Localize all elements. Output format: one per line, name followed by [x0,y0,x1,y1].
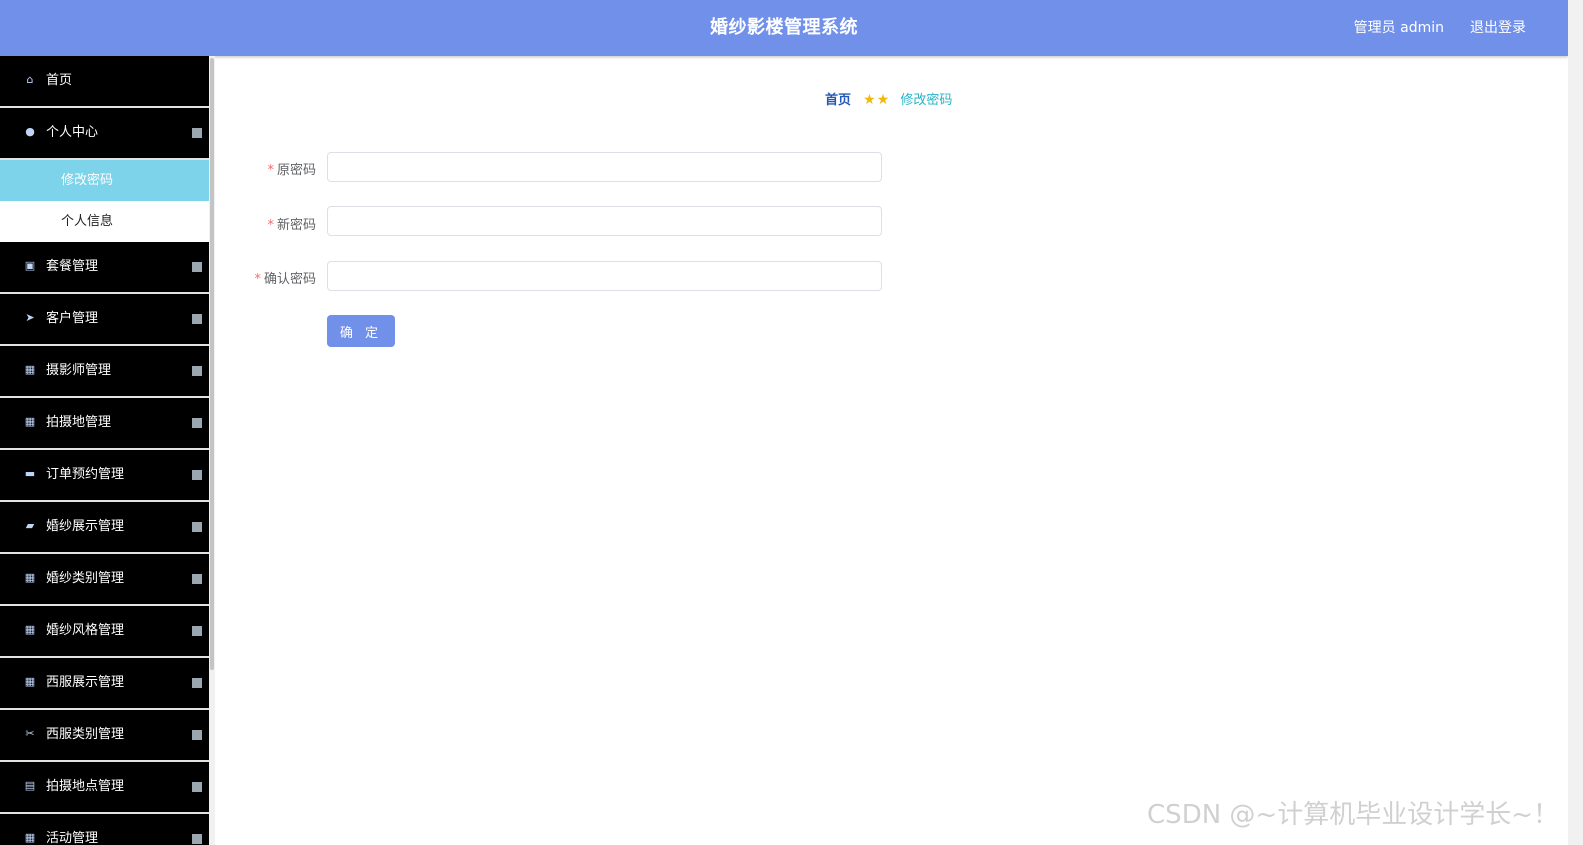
grid-icon: ▦ [24,415,36,428]
home-icon: ⌂ [26,73,34,86]
sidebar-item[interactable]: ▤ 拍摄地点管理 [0,762,209,814]
expand-arrow-icon [192,678,202,688]
watermark: CSDN @~计算机毕业设计学长~！ [1147,800,1559,830]
sidebar-item[interactable]: ▣ 套餐管理 [0,242,209,294]
grid-icon: ▦ [24,675,36,688]
sidebar-item-label: 西服类别管理 [46,727,125,742]
sidebar-item[interactable]: ➤ 客户管理 [0,294,209,346]
expand-arrow-icon [192,626,202,636]
sidebar-item[interactable]: ▦ 拍摄地管理 [0,398,209,450]
sidebar-item-label: 拍摄地点管理 [46,779,125,794]
sidebar-item[interactable]: ● 个人中心 [0,108,209,160]
send-icon: ➤ [25,311,35,324]
expand-arrow-icon [192,730,202,740]
sidebar-item[interactable]: ▦ 活动管理 [0,814,209,845]
sidebar-item-label: 活动管理 [46,831,99,845]
expand-arrow-icon [192,418,202,428]
sidebar-item[interactable]: ⌂ 首页 [0,56,209,108]
breadcrumb: 首页 ★★ 修改密码 [825,89,952,108]
sidebar-subitem[interactable]: 个人信息 [0,201,209,242]
breadcrumb-home[interactable]: 首页 [825,93,851,108]
current-user-label: 管理员 admin [1353,20,1444,36]
monitor-icon: ▬ [24,467,36,480]
sidebar-menu: ⌂ 首页 ● 个人中心修改密码 个人信息 ▣ 套餐管理 ➤ 客户管理 ▦ 摄影师管理 ▦ 拍摄地管理 ▬ 订… [0,56,209,845]
confirm-password-input[interactable] [327,261,882,291]
sidebar-item-label: 摄影师管理 [46,363,112,378]
page-scrollbar[interactable] [1568,0,1583,845]
sidebar-item-label: 订单预约管理 [46,467,125,482]
sidebar-item[interactable]: ▦ 摄影师管理 [0,346,209,398]
chart-icon: ▣ [24,259,36,272]
sidebar-scrollbar[interactable] [209,56,215,845]
sidebar-item-label: 首页 [46,73,73,88]
grid-icon: ▦ [24,571,36,584]
expand-arrow-icon [192,366,202,376]
grid-icon: ▦ [24,623,36,636]
sidebar-item-label: 婚纱展示管理 [46,519,125,534]
expand-arrow-icon [192,522,202,532]
sidebar-item[interactable]: ▬ 订单预约管理 [0,450,209,502]
required-marker: * [254,272,261,287]
sidebar-item-label: 拍摄地管理 [46,415,112,430]
sidebar-item-label: 西服展示管理 [46,675,125,690]
sidebar-item[interactable]: ▦ 婚纱风格管理 [0,606,209,658]
expand-arrow-icon [192,834,202,844]
grid-icon: ▦ [24,363,36,376]
sidebar-item-label: 个人中心 [46,125,99,140]
sidebar-item-label: 婚纱风格管理 [46,623,125,638]
sidebar-scrollbar-thumb[interactable] [210,58,214,670]
expand-arrow-icon [192,314,202,324]
new-password-label: * 新密码 [267,218,316,233]
required-marker: * [267,163,274,178]
expand-arrow-icon [192,470,202,480]
grid-icon: ▦ [24,831,36,844]
sidebar-item-label: 客户管理 [46,311,99,326]
breadcrumb-separator-icon: ★★ [863,92,891,108]
app-title: 婚纱影楼管理系统 [710,17,858,38]
confirm-button[interactable]: 确 定 [327,315,395,347]
sidebar-item[interactable]: ▦ 婚纱类别管理 [0,554,209,606]
logout-link[interactable]: 退出登录 [1470,0,1526,56]
expand-arrow-icon [192,262,202,272]
new-password-input[interactable] [327,206,882,236]
sidebar-item[interactable]: ▰ 婚纱展示管理 [0,502,209,554]
required-marker: * [267,218,274,233]
top-header: 婚纱影楼管理系统 管理员 admin 退出登录 [0,0,1568,56]
expand-arrow-icon [192,128,202,138]
sidebar-item[interactable]: ▦ 西服展示管理 [0,658,209,710]
sidebar-item-label: 婚纱类别管理 [46,571,125,586]
old-password-label: * 原密码 [267,163,316,178]
old-password-input[interactable] [327,152,882,182]
wallet-icon: ▰ [25,519,35,532]
ticket-icon: ✂ [25,727,35,740]
expand-arrow-icon [192,574,202,584]
breadcrumb-current: 修改密码 [900,93,953,108]
sidebar-item-label: 套餐管理 [46,259,99,274]
user-icon: ● [25,125,35,138]
expand-arrow-icon [192,782,202,792]
sidebar-item[interactable]: ✂ 西服类别管理 [0,710,209,762]
sidebar-subitem[interactable]: 修改密码 [0,160,209,201]
confirm-password-label: * 确认密码 [254,272,316,287]
chat-icon: ▤ [24,779,36,792]
